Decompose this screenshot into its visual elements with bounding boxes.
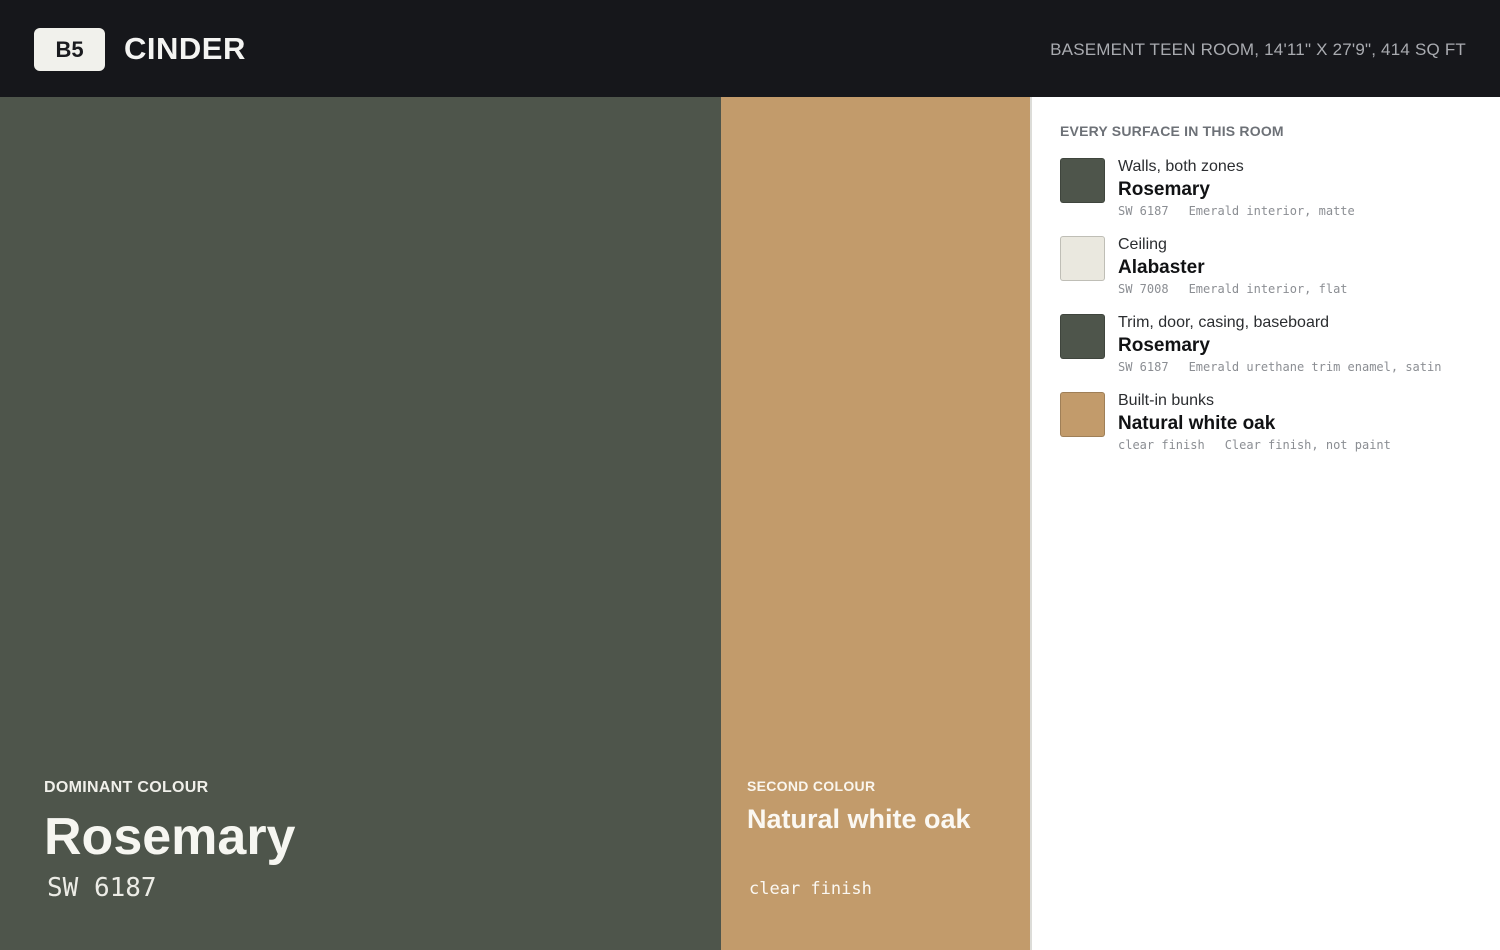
surface-colour-name: Rosemary (1118, 179, 1210, 200)
second-colour-kicker: SECOND COLOUR (747, 778, 876, 794)
surface-finish: Clear finish, not paint (1224, 438, 1391, 452)
surface-meta: SW 7008 Emerald interior, flat (1118, 282, 1348, 296)
dominant-colour-panel: DOMINANT COLOUR Rosemary SW 6187 (0, 97, 721, 950)
surface-finish: Emerald urethane trim enamel, satin (1188, 360, 1442, 374)
surface-meta: SW 6187 Emerald urethane trim enamel, sat… (1118, 360, 1441, 374)
surface-item-bunks: Built-in bunks Natural white oak clear f… (1060, 392, 1500, 462)
top-bar: B5 CINDER BASEMENT TEEN ROOM, 14'11" X 2… (0, 0, 1500, 97)
room-info: BASEMENT TEEN ROOM, 14'11" X 27'9", 414 … (1050, 40, 1466, 59)
surface-meta: SW 6187 Emerald interior, matte (1118, 204, 1355, 218)
colour-swatch (1060, 392, 1105, 437)
surface-colour-name: Alabaster (1118, 257, 1205, 278)
surface-item-walls: Walls, both zones Rosemary SW 6187 Emeral… (1060, 158, 1500, 228)
surface-colour-name: Natural white oak (1118, 413, 1276, 434)
surface-code: clear finish (1118, 438, 1205, 452)
second-colour-code: clear finish (749, 879, 872, 899)
surface-label: Ceiling (1118, 236, 1167, 253)
surface-item-trim: Trim, door, casing, baseboard Rosemary S… (1060, 314, 1500, 384)
dominant-colour-code: SW 6187 (47, 873, 157, 903)
surface-code: SW 7008 (1118, 282, 1169, 296)
second-colour-panel: SECOND COLOUR Natural white oak clear fi… (721, 97, 1030, 950)
surface-label: Built-in bunks (1118, 392, 1215, 409)
colour-swatch (1060, 158, 1105, 203)
surface-code: SW 6187 (1118, 204, 1169, 218)
surface-item-ceiling: Ceiling Alabaster SW 7008 Emerald interio… (1060, 236, 1500, 306)
dominant-colour-kicker: DOMINANT COLOUR (44, 779, 209, 796)
surface-colour-name: Rosemary (1118, 335, 1210, 356)
dominant-colour-name: Rosemary (44, 808, 296, 866)
surfaces-title: EVERY SURFACE IN THIS ROOM (1060, 123, 1284, 139)
colour-swatch (1060, 314, 1105, 359)
surface-finish: Emerald interior, matte (1188, 204, 1355, 218)
second-colour-name: Natural white oak (747, 804, 971, 834)
room-badge: B5 (34, 28, 105, 71)
colour-swatch (1060, 236, 1105, 281)
surface-meta: clear finish Clear finish, not paint (1118, 438, 1391, 452)
surface-label: Trim, door, casing, baseboard (1118, 314, 1330, 331)
surfaces-panel: EVERY SURFACE IN THIS ROOM Walls, both z… (1030, 97, 1500, 950)
surface-code: SW 6187 (1118, 360, 1169, 374)
surface-label: Walls, both zones (1118, 158, 1244, 175)
palette-title: CINDER (124, 31, 246, 66)
surface-finish: Emerald interior, flat (1188, 282, 1348, 296)
